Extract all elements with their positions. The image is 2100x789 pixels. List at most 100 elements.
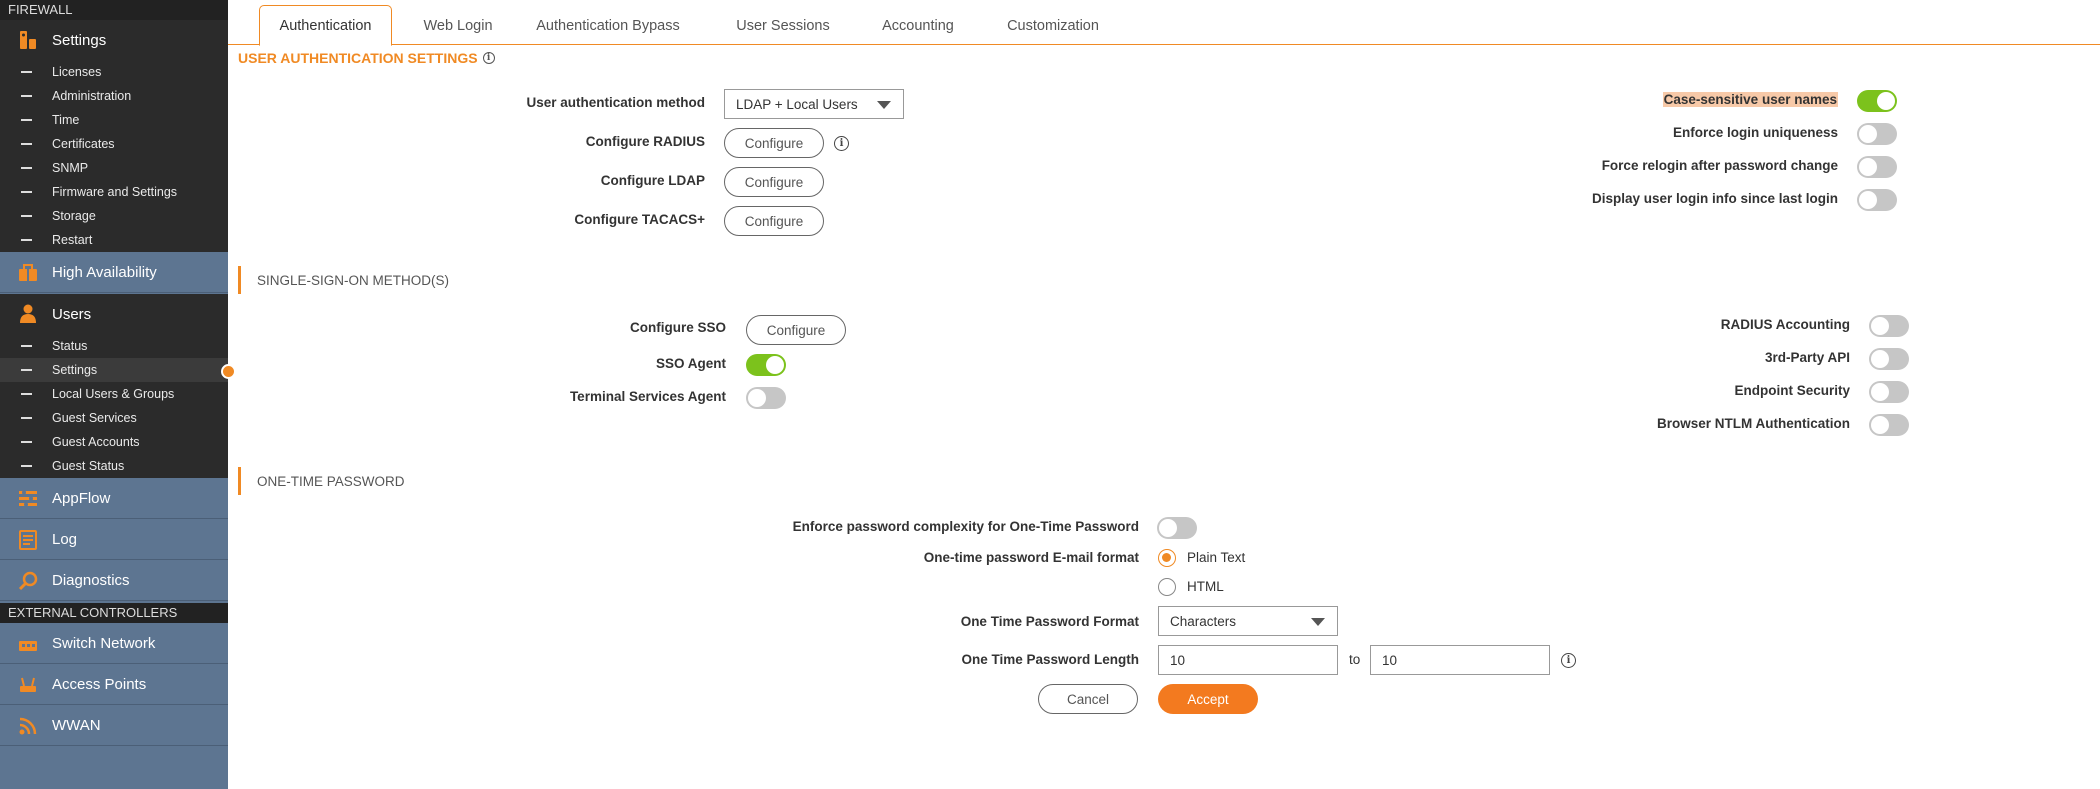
nav-item-storage[interactable]: Storage [0, 204, 228, 228]
nav-diagnostics[interactable]: Diagnostics [0, 561, 228, 601]
configure-tacacs-button[interactable]: Configure [724, 206, 824, 236]
third-party-api-toggle[interactable] [1869, 348, 1909, 370]
otp-complexity-toggle[interactable] [1157, 517, 1197, 539]
high-availability-icon [18, 263, 38, 283]
dash-icon [21, 167, 32, 169]
tab-bar: Authentication Web Login Authentication … [228, 0, 2100, 46]
otp-length-info-icon[interactable]: i [1561, 653, 1576, 668]
auth-method-value: LDAP + Local Users [736, 96, 858, 112]
nav-item-local-users[interactable]: Local Users & Groups [0, 382, 228, 406]
auth-method-select[interactable]: LDAP + Local Users [724, 89, 904, 119]
accept-button[interactable]: Accept [1158, 684, 1258, 714]
nav-item-users-settings[interactable]: Settings [0, 358, 228, 382]
dash-icon [21, 191, 32, 193]
login-uniqueness-toggle[interactable] [1857, 123, 1897, 145]
nav-access-points-label: Access Points [52, 676, 147, 693]
active-nav-indicator [221, 364, 236, 379]
dash-icon [21, 417, 32, 419]
nav-item-guest-services[interactable]: Guest Services [0, 406, 228, 430]
configure-tacacs-label: Configure TACACS+ [574, 212, 705, 227]
otp-format-select[interactable]: Characters [1158, 606, 1338, 636]
ntlm-auth-toggle[interactable] [1869, 414, 1909, 436]
nav-item-label: Guest Status [52, 459, 125, 473]
otp-format-label: One Time Password Format [960, 614, 1139, 629]
toggle-knob [1871, 383, 1889, 401]
terminal-services-label: Terminal Services Agent [569, 389, 726, 404]
display-login-info-toggle[interactable] [1857, 189, 1897, 211]
toggle-knob [1159, 519, 1177, 537]
nav-item-status[interactable]: Status [0, 334, 228, 358]
user-icon [18, 304, 38, 324]
configure-ldap-button[interactable]: Configure [724, 167, 824, 197]
third-party-api-label: 3rd-Party API [1764, 350, 1850, 365]
dash-icon [21, 215, 32, 217]
dash-icon [21, 119, 32, 121]
nav-item-guest-accounts[interactable]: Guest Accounts [0, 430, 228, 454]
radius-accounting-toggle[interactable] [1869, 315, 1909, 337]
force-relogin-toggle[interactable] [1857, 156, 1897, 178]
tab-web-login[interactable]: Web Login [408, 5, 508, 46]
tab-authentication-bypass[interactable]: Authentication Bypass [528, 5, 688, 46]
chevron-down-icon [877, 101, 891, 109]
plain-text-radio[interactable] [1158, 549, 1176, 567]
terminal-services-toggle[interactable] [746, 387, 786, 409]
otp-length-label: One Time Password Length [961, 652, 1139, 667]
nav-wwan[interactable]: WWAN [0, 706, 228, 746]
user-auth-title-text: USER AUTHENTICATION SETTINGS [238, 50, 478, 66]
plain-text-label: Plain Text [1187, 550, 1246, 565]
nav-item-snmp[interactable]: SNMP [0, 156, 228, 180]
nav-appflow[interactable]: AppFlow [0, 479, 228, 519]
radius-accounting-label: RADIUS Accounting [1720, 317, 1850, 332]
force-relogin-label: Force relogin after password change [1601, 158, 1838, 173]
cancel-button[interactable]: Cancel [1038, 684, 1138, 714]
nav-item-label: Guest Accounts [52, 435, 140, 449]
nav-item-label: Administration [52, 89, 132, 103]
sso-agent-toggle[interactable] [746, 354, 786, 376]
radius-info-icon[interactable]: i [834, 136, 849, 151]
external-controllers-header: EXTERNAL CONTROLLERS [0, 603, 228, 623]
nav-users[interactable]: Users [0, 294, 228, 334]
otp-format-value: Characters [1170, 613, 1237, 629]
info-icon[interactable]: i [482, 52, 495, 64]
tab-customization[interactable]: Customization [988, 5, 1118, 46]
nav-item-label: Firmware and Settings [52, 185, 178, 199]
wwan-icon [18, 716, 38, 736]
configure-radius-button[interactable]: Configure [724, 128, 824, 158]
access-points-icon [18, 675, 38, 695]
nav-item-administration[interactable]: Administration [0, 84, 228, 108]
log-icon [18, 529, 38, 550]
nav-log[interactable]: Log [0, 520, 228, 560]
nav-item-time[interactable]: Time [0, 108, 228, 132]
case-sensitive-label-text: Case-sensitive user names [1662, 92, 1838, 107]
tab-authentication[interactable]: Authentication [259, 5, 392, 46]
tab-user-sessions[interactable]: User Sessions [728, 5, 838, 46]
dash-icon [21, 345, 32, 347]
nav-settings-label: Settings [52, 31, 107, 49]
tab-accounting[interactable]: Accounting [868, 5, 968, 46]
nav-item-label: Settings [52, 363, 98, 377]
otp-length-to-label: to [1349, 652, 1361, 667]
ntlm-auth-label: Browser NTLM Authentication [1656, 416, 1850, 431]
nav-log-label: Log [52, 531, 78, 548]
nav-settings[interactable]: Settings [0, 20, 228, 60]
dash-icon [21, 465, 32, 467]
nav-high-availability[interactable]: High Availability [0, 253, 228, 293]
nav-item-guest-status[interactable]: Guest Status [0, 454, 228, 478]
configure-sso-button[interactable]: Configure [746, 315, 846, 345]
nav-item-certificates[interactable]: Certificates [0, 132, 228, 156]
otp-length-max-input[interactable]: 10 [1370, 645, 1550, 675]
dash-icon [21, 393, 32, 395]
nav-item-restart[interactable]: Restart [0, 228, 228, 252]
nav-item-licenses[interactable]: Licenses [0, 60, 228, 84]
html-radio[interactable] [1158, 578, 1176, 596]
endpoint-security-toggle[interactable] [1869, 381, 1909, 403]
otp-length-min-input[interactable]: 10 [1158, 645, 1338, 675]
nav-item-firmware[interactable]: Firmware and Settings [0, 180, 228, 204]
nav-item-label: Certificates [52, 137, 115, 151]
user-auth-title: USER AUTHENTICATION SETTINGS i [238, 50, 495, 66]
configure-radius-label: Configure RADIUS [585, 134, 705, 149]
nav-switch-network[interactable]: Switch Network [0, 624, 228, 664]
case-sensitive-toggle[interactable] [1857, 90, 1897, 112]
nav-wwan-label: WWAN [52, 717, 101, 734]
nav-access-points[interactable]: Access Points [0, 665, 228, 705]
